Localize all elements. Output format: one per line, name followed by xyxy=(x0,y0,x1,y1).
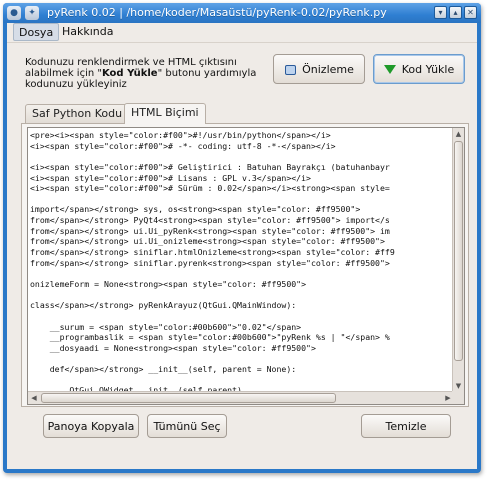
preview-button[interactable]: Önizleme xyxy=(273,54,365,84)
window-client-area: Dosya Hakkında Kodunuzu renklendirmek ve… xyxy=(7,23,477,469)
select-all-button-label: Tümünü Seç xyxy=(153,419,221,433)
select-all-button[interactable]: Tümünü Seç xyxy=(147,414,227,438)
code-line: from</span></strong> PyQt4<strong><span … xyxy=(30,215,390,226)
code-line: __programbaslik = <span style="color:#00… xyxy=(30,332,390,343)
preview-icon xyxy=(284,63,297,75)
code-line: class</span></strong> pyRenkArayuz(QtGui… xyxy=(30,300,297,311)
code-text-area[interactable]: <pre><i><span style="color:#f00">#!/usr/… xyxy=(28,128,454,392)
code-line: __dosyaadi = None<strong><span style="co… xyxy=(30,342,316,353)
code-line: <i><span style="color:#f00"># Lisans : G… xyxy=(30,172,311,183)
maximize-icon[interactable]: ▴ xyxy=(449,6,462,19)
tab-html-format[interactable]: HTML Biçimi xyxy=(124,103,206,124)
html-code-editor[interactable]: <pre><i><span style="color:#f00">#!/usr/… xyxy=(27,127,465,405)
preview-button-label: Önizleme xyxy=(302,62,354,76)
code-line: import</span></strong> sys, os<strong><s… xyxy=(30,204,361,215)
code-line: from</span></strong> siniflar.pyrenk<str… xyxy=(30,257,390,268)
instruction-line-2: alabilmek için "Kod Yükle" butonu yardım… xyxy=(25,68,275,79)
menu-bar: Dosya Hakkında xyxy=(7,23,477,43)
scroll-corner xyxy=(452,391,464,404)
code-line: __surum = <span style="color:#00b600">"0… xyxy=(30,321,302,332)
instruction-line-2-prefix: alabilmek için " xyxy=(25,68,102,79)
window-title: pyRenk 0.02 | /home/koder/Masaüstü/pyRen… xyxy=(47,6,387,19)
code-line: def</span></strong> __init__(self, paren… xyxy=(30,364,297,375)
instruction-line-1: Kodunuzu renklendirmek ve HTML çıktısını xyxy=(25,57,237,68)
copy-to-clipboard-button[interactable]: Panoya Kopyala xyxy=(43,414,139,438)
application-window: ● ✦ pyRenk 0.02 | /home/koder/Masaüstü/p… xyxy=(3,3,481,473)
clear-button-label: Temizle xyxy=(385,419,427,433)
tab-panel: <pre><i><span style="color:#f00">#!/usr/… xyxy=(21,123,469,407)
scroll-left-icon[interactable]: ◀ xyxy=(28,392,40,404)
code-line: <i><span style="color:#f00"># -*- coding… xyxy=(30,140,336,151)
tab-plain-python[interactable]: Saf Python Kodu xyxy=(25,104,130,123)
instruction-line-3: kodunuzu yükleyiniz xyxy=(25,79,127,90)
vertical-scrollbar[interactable]: ▲ ▼ xyxy=(452,128,464,392)
app-icon[interactable]: ● xyxy=(7,6,21,20)
load-code-button-label: Kod Yükle xyxy=(401,62,455,76)
horizontal-scroll-thumb[interactable] xyxy=(41,393,336,403)
scroll-up-icon[interactable]: ▲ xyxy=(453,128,464,140)
minimize-icon[interactable]: ▾ xyxy=(434,6,447,19)
clear-button[interactable]: Temizle xyxy=(361,414,451,438)
code-line: onizlemeForm = None<strong><span style="… xyxy=(30,278,307,289)
code-line: from</span></strong> ui.Ui_pyRenk<strong… xyxy=(30,225,390,236)
download-arrow-icon xyxy=(383,64,396,74)
code-line: <i><span style="color:#f00"># Geliştiric… xyxy=(30,161,390,172)
load-code-button[interactable]: Kod Yükle xyxy=(373,54,465,84)
horizontal-scrollbar[interactable]: ◀ ▶ xyxy=(28,391,454,404)
instruction-text: Kodunuzu renklendirmek ve HTML çıktısını… xyxy=(25,57,275,90)
menu-item-hakkinda[interactable]: Hakkında xyxy=(57,23,119,41)
code-line: <i><span style="color:#f00"># Sürüm : 0.… xyxy=(30,183,390,194)
copy-button-label: Panoya Kopyala xyxy=(47,419,135,433)
code-line: from</span></strong> ui.Ui_onizleme<stro… xyxy=(30,236,385,247)
code-line: <pre><i><span style="color:#f00">#!/usr/… xyxy=(30,130,331,140)
code-line: from</span></strong> siniflar.htmlOnizle… xyxy=(30,247,395,258)
instruction-highlight: Kod Yükle xyxy=(101,68,158,79)
title-bar[interactable]: ● ✦ pyRenk 0.02 | /home/koder/Masaüstü/p… xyxy=(3,3,481,23)
instruction-line-2-suffix: " butonu yardımıyla xyxy=(157,68,257,79)
pin-icon[interactable]: ✦ xyxy=(25,6,39,20)
menu-item-dosya[interactable]: Dosya xyxy=(13,23,60,41)
close-icon[interactable]: ✕ xyxy=(464,6,477,19)
vertical-scroll-thumb[interactable] xyxy=(454,141,463,361)
